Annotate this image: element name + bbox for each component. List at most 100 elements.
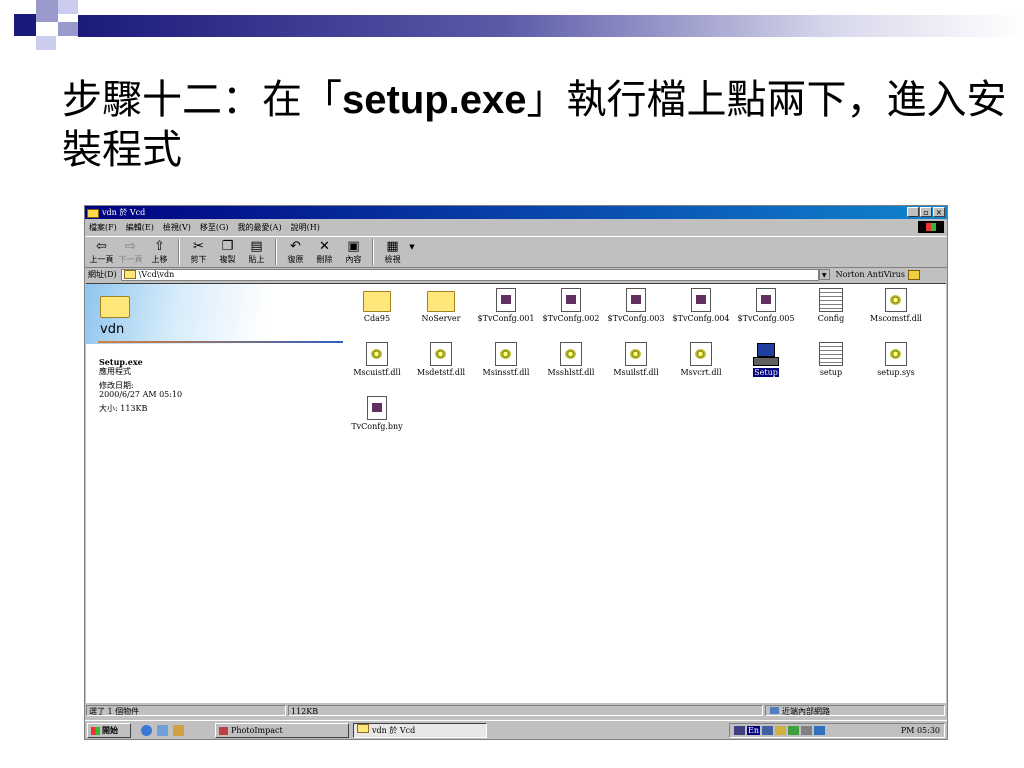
up-folder-icon: ⇧ <box>154 239 165 254</box>
menu-view[interactable]: 檢視(V) <box>163 222 191 233</box>
undo-icon: ↶ <box>290 239 301 254</box>
selected-file-name: Setup.exe <box>99 357 143 367</box>
file-item[interactable]: Cda95 <box>344 288 410 323</box>
config-file-icon <box>819 342 843 366</box>
file-item[interactable]: NoServer <box>408 288 474 323</box>
maximize-button[interactable]: ▫ <box>920 207 932 217</box>
webview-folder-name: vdn <box>100 322 125 337</box>
dll-gear-icon <box>885 342 907 366</box>
document-icon <box>561 288 581 312</box>
start-button[interactable]: 開始 <box>87 723 131 738</box>
menu-edit[interactable]: 編輯(E) <box>126 222 154 233</box>
dll-gear-icon <box>690 342 712 366</box>
folder-icon <box>123 270 136 279</box>
close-button[interactable]: × <box>933 207 945 217</box>
file-item[interactable]: Mscuistf.dll <box>344 342 410 377</box>
document-icon <box>756 288 776 312</box>
paste-button[interactable]: ▤ 貼上 <box>242 237 271 264</box>
file-item[interactable]: $TvConfg.002 <box>538 288 604 323</box>
menu-favorites[interactable]: 我的最愛(A) <box>238 222 282 233</box>
window-titlebar[interactable]: vdn 於 Vcd _ ▫ × <box>85 206 947 219</box>
forward-button[interactable]: ⇨ 下一頁 <box>116 237 145 264</box>
views-dropdown-button[interactable]: ▼ <box>407 237 417 255</box>
tray-language[interactable]: En <box>747 726 760 735</box>
menu-file[interactable]: 檔案(F) <box>89 222 117 233</box>
setup-computer-icon <box>753 342 779 366</box>
copy-icon: ❐ <box>221 239 234 254</box>
network-icon <box>770 707 779 714</box>
file-item[interactable]: Msshlstf.dll <box>538 342 604 377</box>
copy-button[interactable]: ❐ 複製 <box>213 237 242 264</box>
views-button[interactable]: ▦ 檢視 <box>378 237 407 264</box>
address-input[interactable]: \Vcd\vdn <box>120 268 819 281</box>
toolbar: ⇦ 上一頁 ⇨ 下一頁 ⇧ 上移 ✂ 剪下 ❐ 複製 ▤ 貼上 ↶ 復原 ✕ 刪除 ▣ 內容 ▦ 檢… <box>85 236 947 268</box>
quicklaunch-desktop-icon[interactable] <box>157 725 168 736</box>
back-button[interactable]: ⇦ 上一頁 <box>87 237 116 264</box>
file-item[interactable]: TvConfg.bny <box>344 396 410 431</box>
deco-square-light <box>58 0 78 14</box>
photoimpact-icon <box>219 727 228 735</box>
quicklaunch-ie-icon[interactable] <box>141 725 152 736</box>
folder-icon <box>87 208 99 218</box>
system-tray: En PM 05:30 <box>729 723 945 738</box>
task-explorer-vdn[interactable]: vdn 於 Vcd <box>353 723 487 738</box>
address-dropdown-button[interactable]: ▼ <box>818 269 830 280</box>
chevron-down-icon: ▼ <box>409 243 415 251</box>
windows-flag-icon <box>91 727 100 735</box>
file-item[interactable]: Msuilstf.dll <box>603 342 669 377</box>
file-item[interactable]: Config <box>798 288 864 323</box>
tray-network-icon[interactable] <box>788 726 799 735</box>
file-item[interactable]: $TvConfg.005 <box>733 288 799 323</box>
tray-volume-icon[interactable] <box>801 726 812 735</box>
file-item[interactable]: Msinsstf.dll <box>473 342 539 377</box>
document-icon <box>496 288 516 312</box>
file-item[interactable]: Mscomstf.dll <box>863 288 929 323</box>
file-item[interactable]: $TvConfg.001 <box>473 288 539 323</box>
dll-gear-icon <box>495 342 517 366</box>
file-item[interactable]: $TvConfg.003 <box>603 288 669 323</box>
forward-arrow-icon: ⇨ <box>125 239 136 254</box>
tray-input-icon[interactable] <box>734 726 745 735</box>
address-bar: 網址(D) \Vcd\vdn ▼ Norton AntiVirus <box>85 267 947 282</box>
tray-ime-icon[interactable] <box>762 726 773 735</box>
norton-icon <box>908 269 921 280</box>
document-icon <box>367 396 387 420</box>
status-objects: 選了 1 個物件 <box>86 705 286 716</box>
dll-gear-icon <box>625 342 647 366</box>
minimize-button[interactable]: _ <box>907 207 919 217</box>
setup-exe-item[interactable]: Setup <box>733 342 799 377</box>
norton-antivirus-button[interactable]: Norton AntiVirus <box>836 270 905 279</box>
config-file-icon <box>819 288 843 312</box>
menu-go[interactable]: 移至(G) <box>200 222 229 233</box>
cut-button[interactable]: ✂ 剪下 <box>184 237 213 264</box>
folder-icon <box>357 724 369 733</box>
file-item[interactable]: Msdetstf.dll <box>408 342 474 377</box>
back-arrow-icon: ⇦ <box>96 239 107 254</box>
selected-file-type: 應用程式 <box>99 367 131 376</box>
modified-label: 修改日期: <box>99 381 134 390</box>
undo-button[interactable]: ↶ 復原 <box>281 237 310 264</box>
views-grid-icon: ▦ <box>386 239 399 254</box>
quicklaunch-channel-icon[interactable] <box>173 725 184 736</box>
folder-content: vdn Setup.exe 應用程式 修改日期: 2000/6/27 AM 05… <box>86 283 946 703</box>
up-button[interactable]: ⇧ 上移 <box>145 237 174 264</box>
webview-panel: vdn Setup.exe 應用程式 修改日期: 2000/6/27 AM 05… <box>86 284 344 703</box>
file-item[interactable]: setup.sys <box>863 342 929 377</box>
status-size: 112KB <box>288 705 763 716</box>
status-bar: 選了 1 個物件 112KB 近端內部網路 <box>85 704 947 718</box>
file-item[interactable]: Msvcrt.dll <box>668 342 734 377</box>
tray-antivirus-icon[interactable] <box>775 726 786 735</box>
deco-square-lavender-2 <box>36 36 56 50</box>
menu-help[interactable]: 說明(H) <box>291 222 320 233</box>
paste-icon: ▤ <box>250 239 263 254</box>
webview-file-info: Setup.exe 應用程式 修改日期: 2000/6/27 AM 05:10 … <box>99 357 183 414</box>
tray-display-icon[interactable] <box>814 726 825 735</box>
file-grid: Cda95 NoServer $TvConfg.001 $TvConfg.002… <box>344 288 944 488</box>
task-photoimpact[interactable]: PhotoImpact <box>215 723 349 738</box>
document-icon <box>691 288 711 312</box>
properties-button[interactable]: ▣ 內容 <box>339 237 368 264</box>
modified-value: 2000/6/27 AM 05:10 <box>99 390 183 399</box>
delete-button[interactable]: ✕ 刪除 <box>310 237 339 264</box>
file-item[interactable]: setup <box>798 342 864 377</box>
file-item[interactable]: $TvConfg.004 <box>668 288 734 323</box>
